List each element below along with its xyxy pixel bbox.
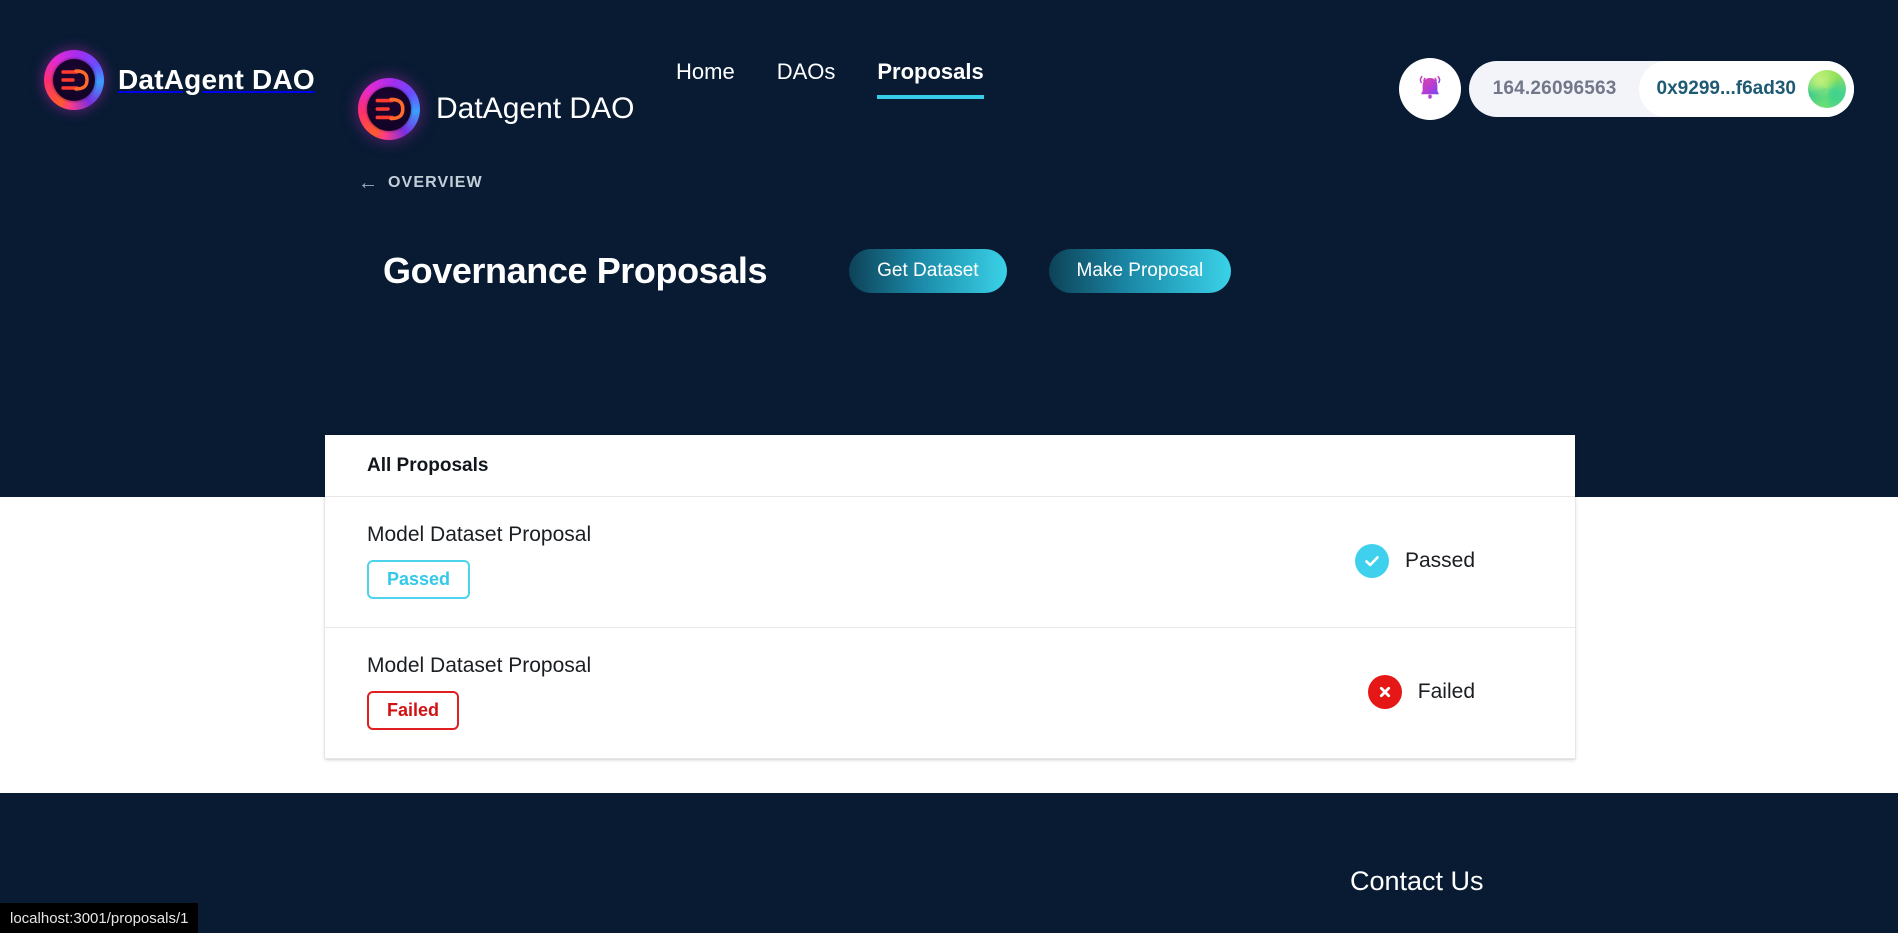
proposal-result: Passed: [1354, 544, 1533, 579]
wallet-area: 164.26096563 0x9299...f6ad30: [1398, 58, 1854, 120]
make-proposal-button[interactable]: Make Proposal: [1048, 249, 1232, 293]
hero-section: DatAgent DAO Home DAOs Proposals 164.260…: [0, 0, 1898, 497]
wallet-address-chip[interactable]: 0x9299...f6ad30: [1638, 61, 1854, 117]
page-title: Governance Proposals: [383, 250, 768, 291]
nav-link-home[interactable]: Home: [676, 60, 735, 95]
notifications-button[interactable]: [1398, 58, 1461, 120]
wallet-balance: 164.26096563: [1492, 78, 1617, 99]
footer-brand: DatAgent DAO: [358, 78, 634, 140]
logo-glyph: [44, 50, 104, 110]
page-title-row: Governance Proposals Get Dataset Make Pr…: [383, 249, 1232, 293]
table-row[interactable]: Model Dataset Proposal Passed Passed: [325, 497, 1575, 629]
status-badge: Failed: [367, 691, 460, 731]
get-dataset-button[interactable]: Get Dataset: [849, 249, 1007, 293]
footer-brand-name: DatAgent DAO: [436, 92, 635, 125]
x-circle-icon: [1367, 675, 1402, 710]
footer-contact-title: Contact Us: [1350, 866, 1484, 896]
proposal-info: Model Dataset Proposal Passed: [367, 523, 592, 600]
datagent-logo-icon: [358, 78, 420, 140]
app-root: DatAgent DAO Home DAOs Proposals 164.260…: [0, 0, 1898, 933]
check-circle-icon: [1354, 544, 1389, 579]
table-row[interactable]: Model Dataset Proposal Failed Failed: [325, 628, 1575, 760]
nav-link-proposals[interactable]: Proposals: [877, 60, 984, 100]
wallet-pill[interactable]: 164.26096563 0x9299...f6ad30: [1468, 61, 1854, 117]
proposal-info: Model Dataset Proposal Failed: [367, 654, 592, 731]
proposal-result: Failed: [1367, 675, 1533, 710]
proposals-card-header: All Proposals: [325, 435, 1575, 497]
breadcrumb-label: OVERVIEW: [388, 174, 483, 191]
proposal-title: Model Dataset Proposal: [367, 523, 592, 546]
status-bar-url: localhost:3001/proposals/1: [10, 909, 189, 927]
bell-icon: [1414, 72, 1446, 107]
result-label: Passed: [1404, 549, 1475, 573]
result-label: Failed: [1417, 680, 1475, 704]
main-nav: Home DAOs Proposals: [676, 60, 984, 100]
card-header-title: All Proposals: [367, 454, 489, 476]
proposals-card: All Proposals Model Dataset Proposal Pas…: [325, 435, 1575, 760]
arrow-left-icon: ←: [358, 172, 378, 194]
breadcrumb[interactable]: ← OVERVIEW: [358, 173, 483, 193]
wallet-avatar-icon: [1808, 70, 1846, 108]
wallet-address: 0x9299...f6ad30: [1656, 78, 1796, 99]
browser-status-bar: localhost:3001/proposals/1: [0, 903, 199, 933]
proposal-title: Model Dataset Proposal: [367, 654, 592, 678]
logo-glyph: [358, 78, 420, 140]
nav-link-daos[interactable]: DAOs: [777, 60, 836, 95]
brand-name: DatAgent DAO: [118, 64, 315, 95]
datagent-logo-icon: [44, 50, 104, 110]
brand-logo-link[interactable]: DatAgent DAO: [44, 50, 315, 110]
footer-section: [0, 793, 1898, 933]
status-badge: Passed: [367, 560, 471, 600]
